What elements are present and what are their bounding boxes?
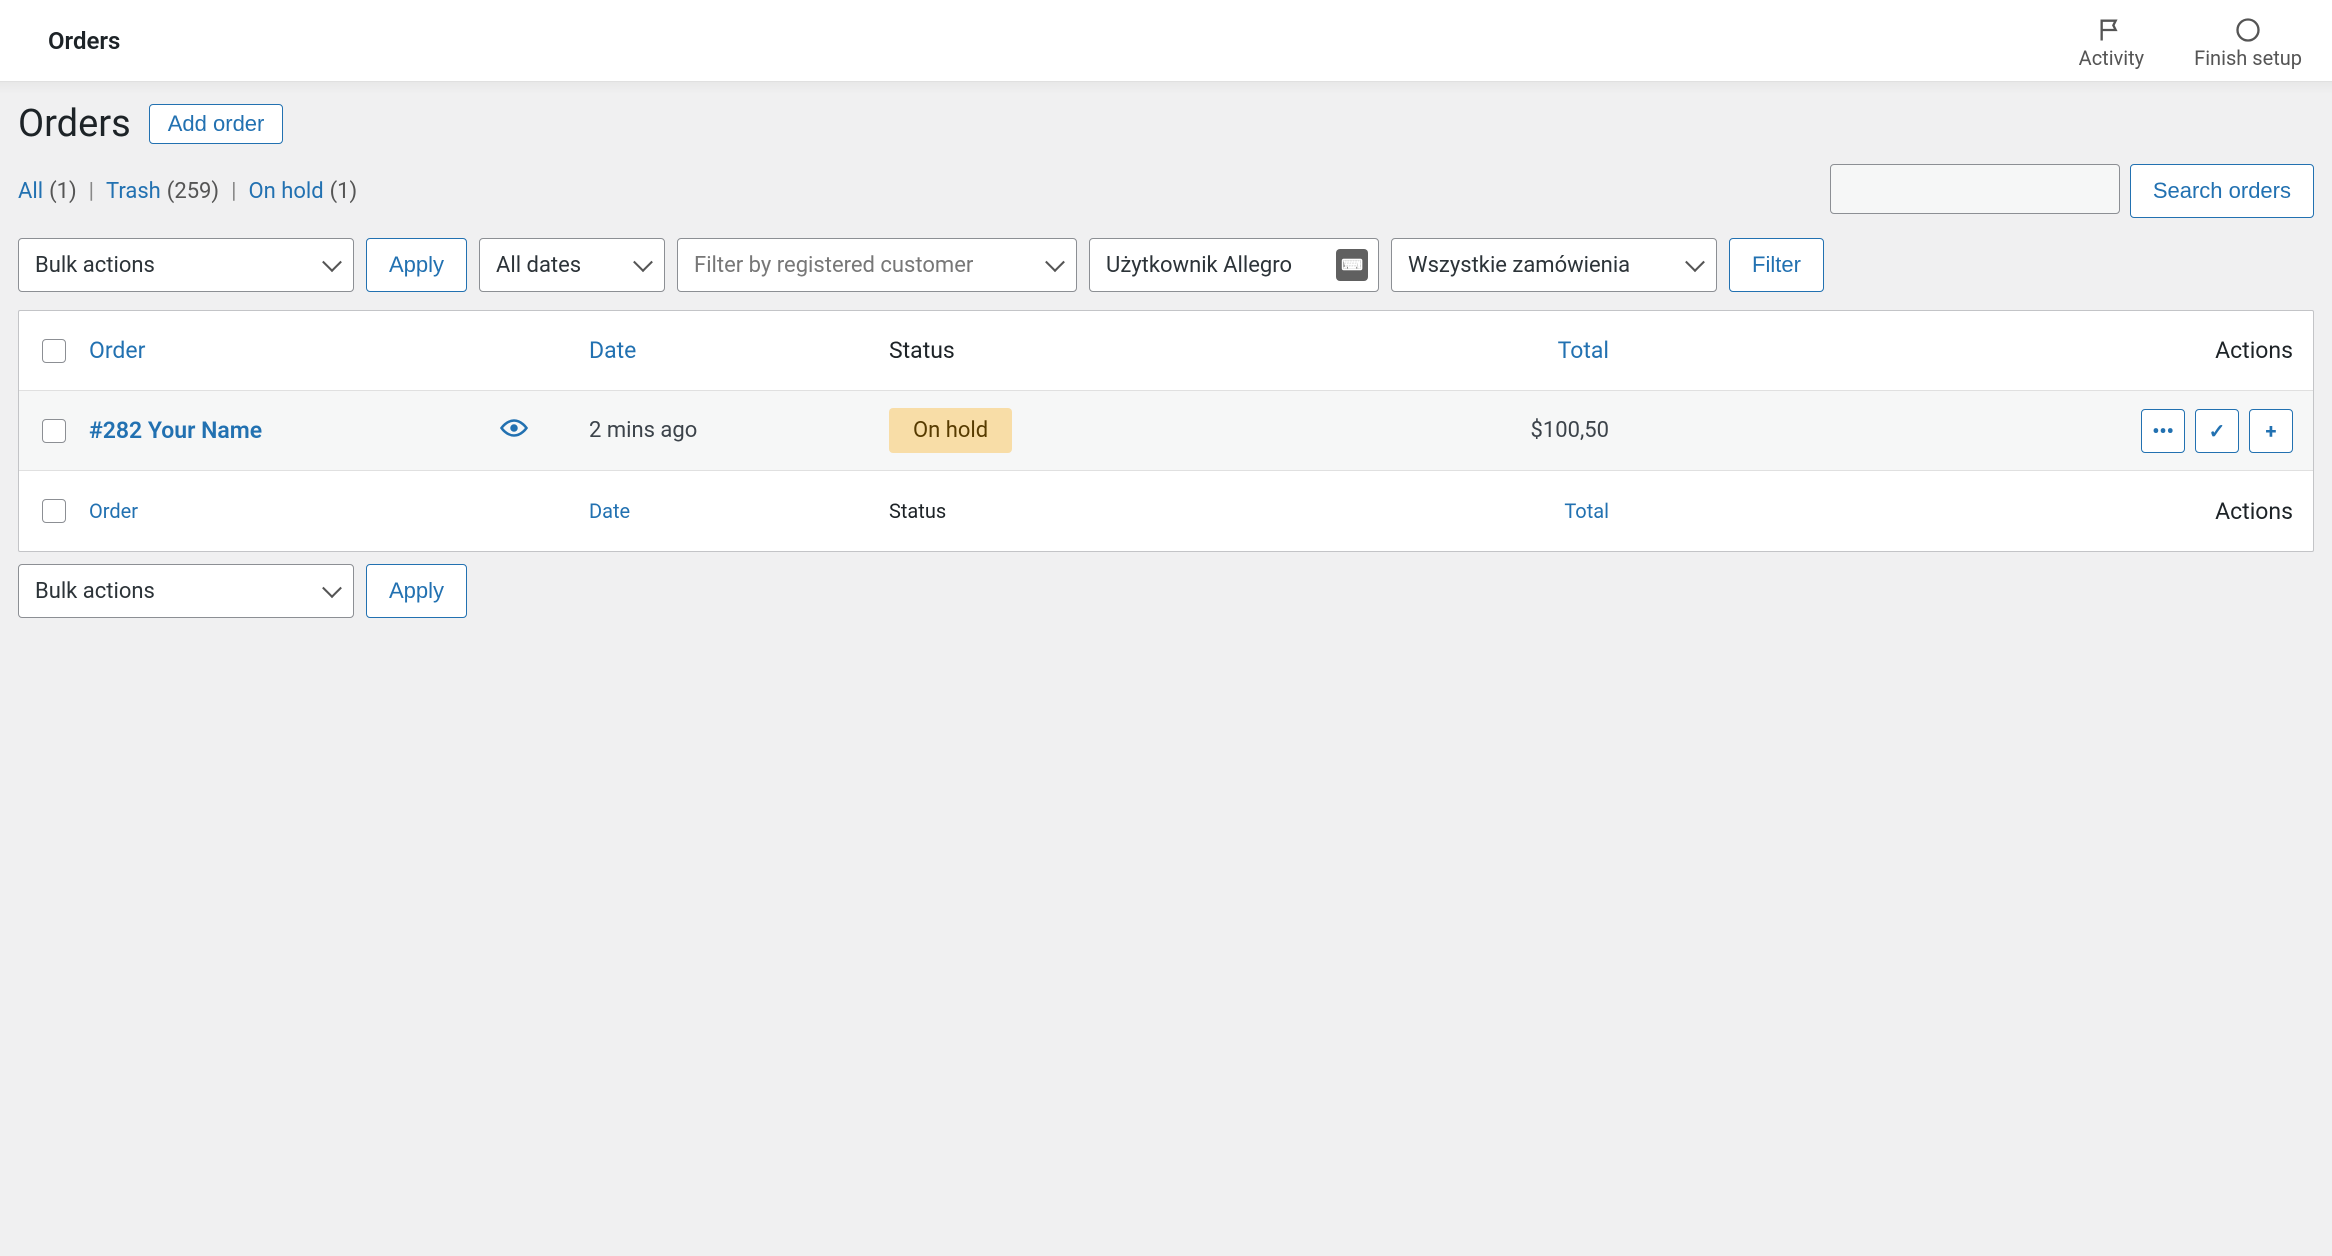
complete-button[interactable]: ✓ [2195, 409, 2239, 453]
col-actions-footer: Actions [1629, 498, 2293, 525]
dates-select[interactable]: All dates [479, 238, 665, 292]
table-row: #282 Your Name 2 mins ago On hold $100,5… [19, 391, 2313, 471]
page-title: Orders [18, 102, 131, 146]
activity-label: Activity [2079, 46, 2144, 70]
col-date-footer[interactable]: Date [589, 499, 889, 523]
allegro-user-select[interactable]: Użytkownik Allegro ⌨ [1089, 238, 1379, 292]
separator: | [231, 179, 236, 204]
orders-table: Order Date Status Total Actions #282 You… [18, 310, 2314, 552]
bulk-actions-label: Bulk actions [35, 253, 155, 278]
col-date[interactable]: Date [589, 337, 889, 364]
filter-all-link[interactable]: All [18, 179, 43, 204]
filter-all-count: (1) [49, 179, 77, 204]
col-status: Status [889, 337, 1349, 364]
col-order-footer[interactable]: Order [89, 499, 589, 523]
page-header: Orders Add order [18, 102, 2314, 146]
filter-onhold-count: (1) [330, 179, 358, 204]
flag-icon [2097, 16, 2125, 44]
orders-type-label: Wszystkie zamówienia [1408, 253, 1630, 278]
bulk-actions-select-bottom[interactable]: Bulk actions [18, 564, 354, 618]
preview-button[interactable] [499, 418, 529, 443]
dates-label: All dates [496, 253, 581, 278]
search-orders-button[interactable]: Search orders [2130, 164, 2314, 218]
search-input[interactable] [1830, 164, 2120, 214]
topbar-title: Orders [48, 27, 120, 55]
filter-onhold-link[interactable]: On hold [248, 179, 323, 204]
bulk-actions-select[interactable]: Bulk actions [18, 238, 354, 292]
bulk-actions-label-bottom: Bulk actions [35, 579, 155, 604]
add-order-button[interactable]: Add order [149, 104, 284, 144]
filters-row: Bulk actions Apply All dates Filter by r… [18, 238, 2314, 292]
col-total-footer[interactable]: Total [1349, 499, 1629, 523]
apply-bulk-button[interactable]: Apply [366, 238, 467, 292]
add-button[interactable]: + [2249, 409, 2293, 453]
finish-setup-label: Finish setup [2194, 46, 2302, 70]
topbar-actions: Activity Finish setup [2079, 12, 2302, 70]
table-footer-row: Order Date Status Total Actions [19, 471, 2313, 551]
search-group: Search orders [1830, 164, 2314, 218]
order-link[interactable]: #282 Your Name [89, 417, 262, 444]
allegro-user-label: Użytkownik Allegro [1106, 253, 1292, 278]
keyboard-icon: ⌨ [1336, 249, 1368, 281]
filter-button[interactable]: Filter [1729, 238, 1824, 292]
circle-icon [2234, 16, 2262, 44]
table-header-row: Order Date Status Total Actions [19, 311, 2313, 391]
apply-bulk-button-bottom[interactable]: Apply [366, 564, 467, 618]
orders-type-select[interactable]: Wszystkie zamówienia [1391, 238, 1717, 292]
row-checkbox[interactable] [42, 419, 66, 443]
top-bar: Orders Activity Finish setup [0, 0, 2332, 82]
finish-setup-button[interactable]: Finish setup [2194, 16, 2302, 70]
select-all-checkbox[interactable] [42, 339, 66, 363]
col-actions: Actions [1629, 337, 2293, 364]
eye-icon [499, 418, 529, 438]
page-content: Orders Add order All (1) | Trash (259) |… [0, 82, 2332, 638]
filter-trash-link[interactable]: Trash [106, 179, 161, 204]
col-order[interactable]: Order [89, 337, 589, 364]
more-actions-button[interactable]: ••• [2141, 409, 2185, 453]
bottom-bulk-row: Bulk actions Apply [18, 564, 2314, 618]
col-status-footer: Status [889, 499, 1349, 523]
order-total: $100,50 [1349, 418, 1629, 443]
filter-trash-count: (259) [167, 179, 219, 204]
customer-filter-select[interactable]: Filter by registered customer [677, 238, 1077, 292]
status-filters: All (1) | Trash (259) | On hold (1) Sear… [18, 164, 2314, 218]
status-badge: On hold [889, 408, 1012, 453]
activity-button[interactable]: Activity [2079, 16, 2144, 70]
order-date: 2 mins ago [589, 418, 889, 443]
separator: | [89, 179, 94, 204]
col-total[interactable]: Total [1349, 337, 1629, 364]
customer-filter-placeholder: Filter by registered customer [694, 253, 973, 278]
select-all-checkbox-bottom[interactable] [42, 499, 66, 523]
